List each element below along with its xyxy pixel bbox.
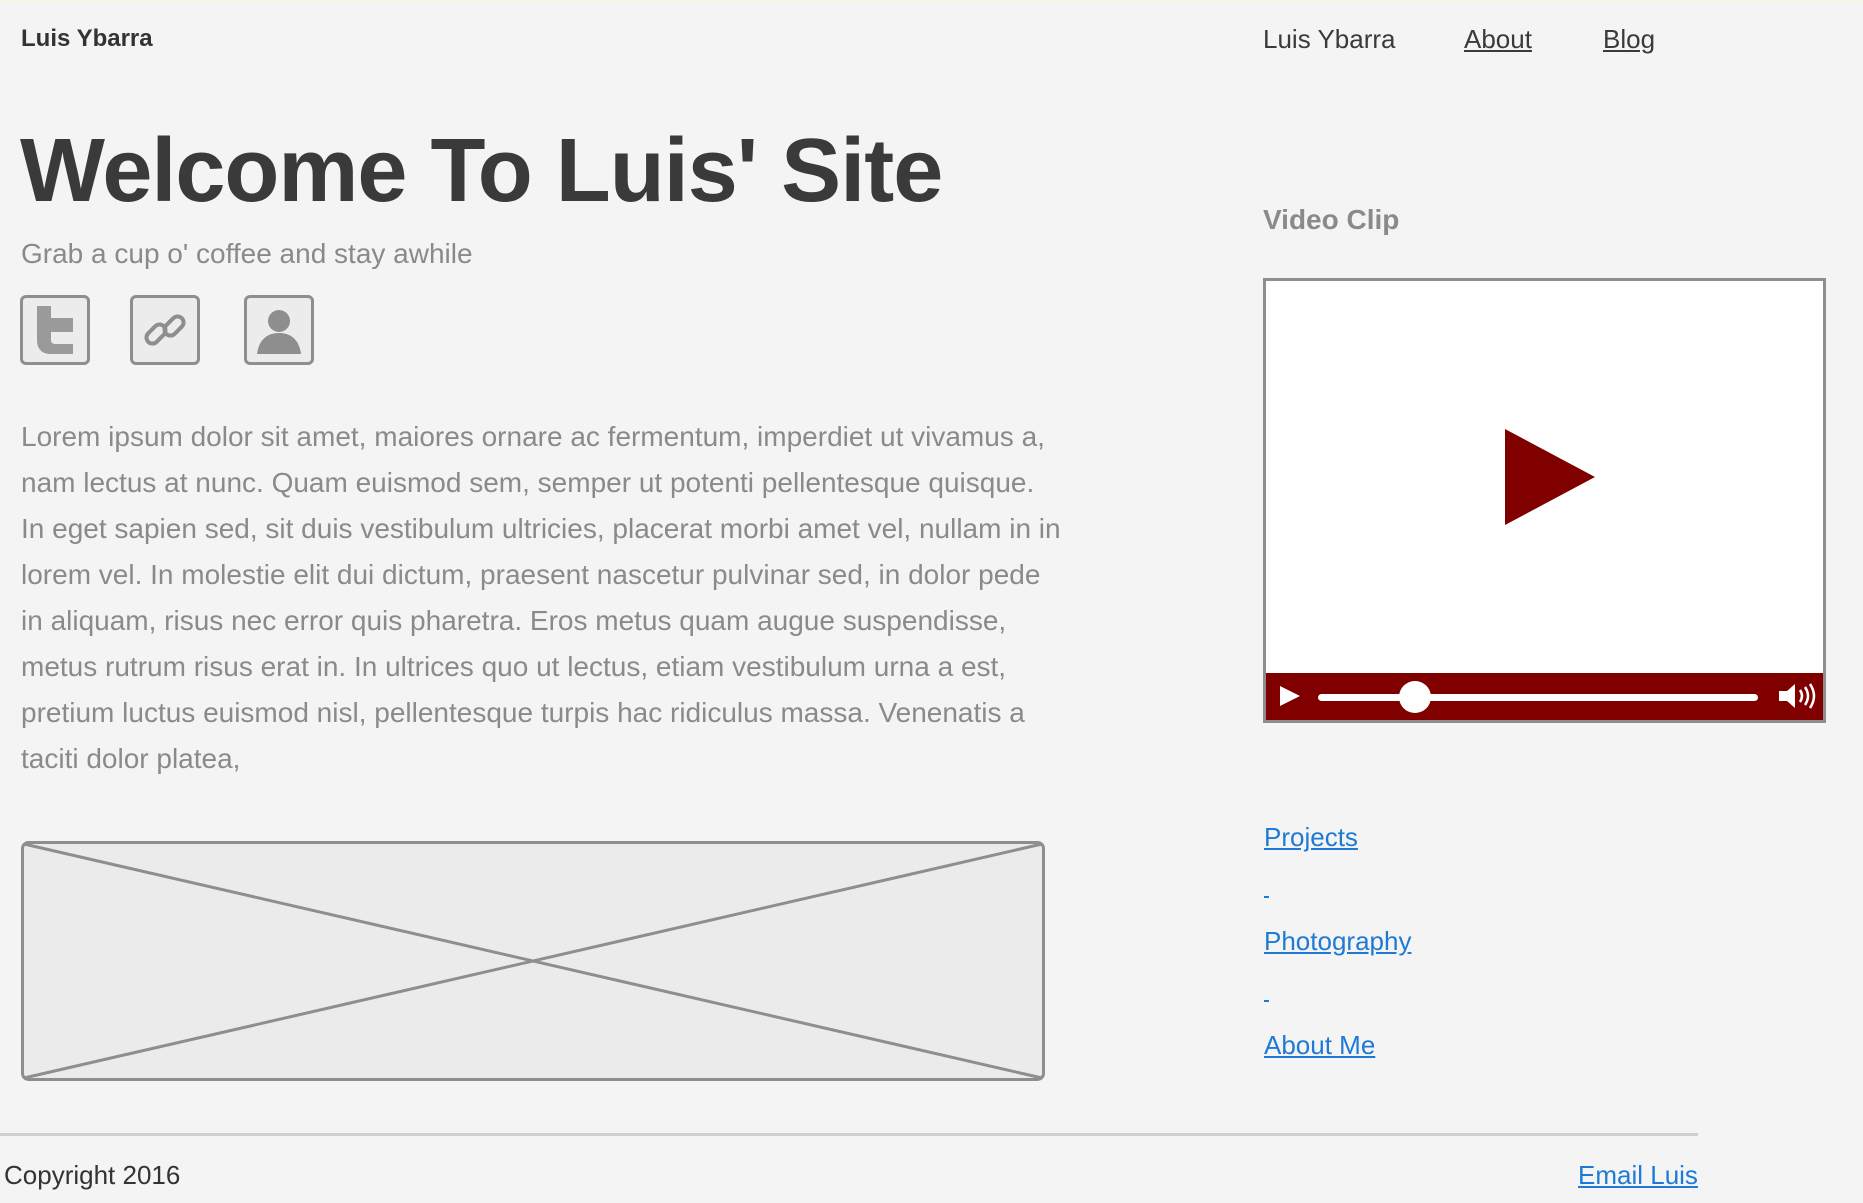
copyright-text: Copyright 2016: [4, 1160, 181, 1190]
nav-blog-link[interactable]: Blog: [1603, 24, 1655, 55]
page-title: Welcome To Luis' Site: [20, 121, 943, 221]
top-rule: [0, 0, 1863, 2]
twitter-icon: [37, 306, 73, 354]
nav-about-link[interactable]: About: [1464, 24, 1532, 55]
site-brand[interactable]: Luis Ybarra: [21, 25, 153, 53]
link-separator: [1264, 1000, 1269, 1002]
link-icon: [144, 314, 186, 346]
email-link[interactable]: Email Luis: [1578, 1160, 1698, 1191]
play-small-icon[interactable]: [1276, 683, 1302, 709]
nav-name: Luis Ybarra: [1263, 24, 1396, 54]
projects-link[interactable]: Projects: [1264, 822, 1358, 853]
video-progress-track[interactable]: [1318, 681, 1758, 713]
footer-divider: [0, 1133, 1698, 1136]
about-me-link[interactable]: About Me: [1264, 1030, 1375, 1061]
photography-link[interactable]: Photography: [1264, 926, 1411, 957]
play-icon[interactable]: [1495, 425, 1599, 529]
video-heading: Video Clip: [1263, 204, 1400, 235]
video-progress-handle[interactable]: [1398, 681, 1431, 713]
video-controls: [1266, 673, 1823, 720]
link-button[interactable]: [130, 295, 200, 365]
volume-icon[interactable]: [1777, 681, 1817, 711]
image-placeholder: [21, 841, 1045, 1081]
twitter-button[interactable]: [20, 295, 90, 365]
video-player[interactable]: [1263, 278, 1826, 723]
profile-button[interactable]: [244, 295, 314, 365]
intro-paragraph: Lorem ipsum dolor sit amet, maiores orna…: [21, 421, 1061, 774]
link-separator: [1264, 896, 1269, 898]
page-subtitle: Grab a cup o' coffee and stay awhile: [21, 238, 473, 269]
profile-icon: [257, 310, 301, 354]
